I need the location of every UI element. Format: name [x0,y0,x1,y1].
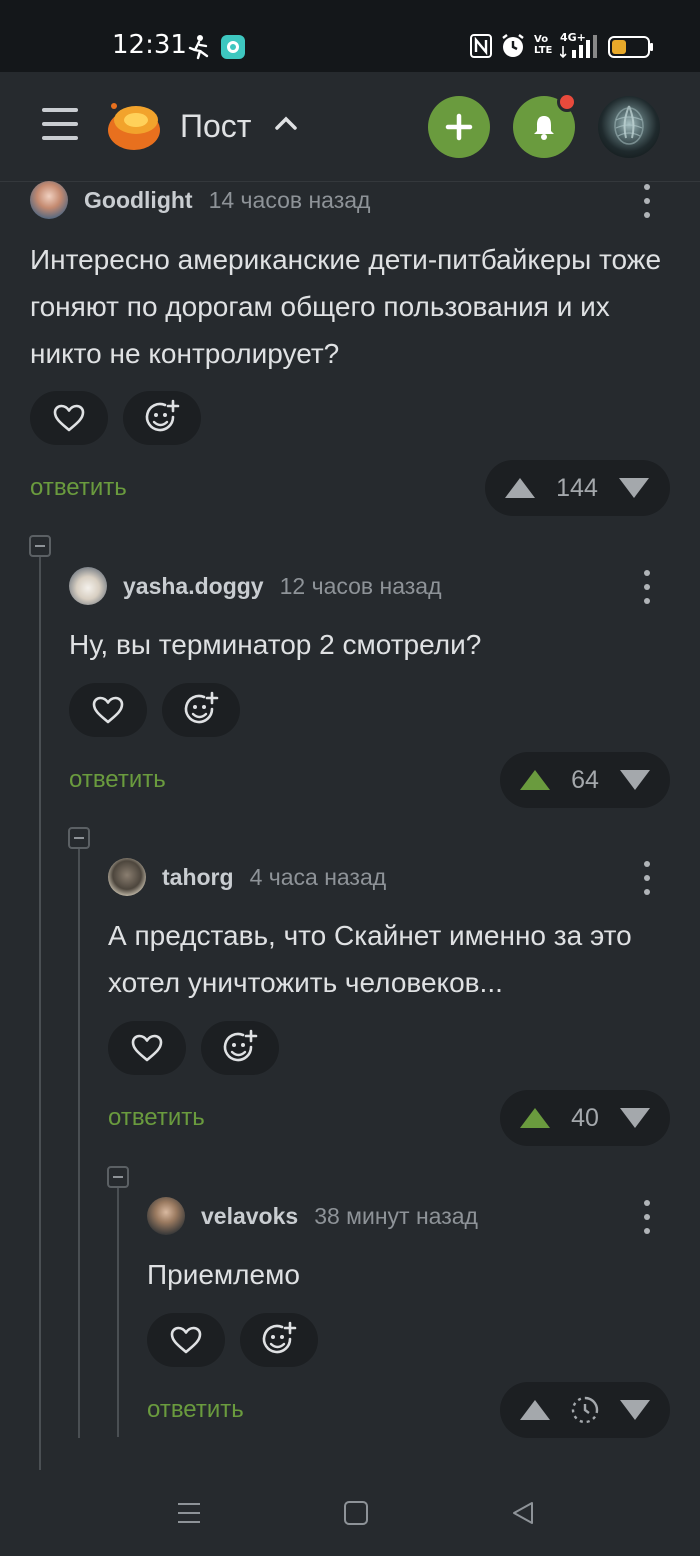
thread-line [117,1187,119,1437]
heart-icon [53,404,85,432]
vote-widget [500,1382,670,1438]
notifications-button[interactable] [513,92,577,158]
chevron-up-icon[interactable] [274,110,298,142]
home-icon[interactable] [343,1500,369,1526]
reaction-button[interactable] [240,1313,318,1367]
comment-author[interactable]: velavoks [201,1203,298,1230]
heart-icon [92,696,124,724]
status-bar: 12:31 Vo LTE 4G+ [0,0,700,72]
upvote-icon[interactable] [518,1106,552,1130]
add-emoji-icon [223,1029,258,1062]
upvote-icon[interactable] [503,476,537,500]
nfc-icon [470,34,492,62]
upvote-icon[interactable] [518,768,552,792]
downvote-icon[interactable] [618,1106,652,1130]
comment-score: 64 [571,765,599,794]
add-emoji-icon [184,691,219,724]
like-button[interactable] [147,1313,225,1367]
like-button[interactable] [69,683,147,737]
back-icon[interactable] [510,1500,536,1526]
vote-widget: 40 [500,1090,670,1146]
add-emoji-icon [262,1321,297,1354]
comment-author[interactable]: Goodlight [84,187,193,214]
comment-text: А представь, что Скайнет именно за это х… [108,920,632,998]
app-header: Пост [0,72,700,182]
comment-time: 14 часов назад [208,186,371,213]
page-title[interactable]: Пост [180,108,251,145]
comment-author[interactable]: tahorg [162,864,234,891]
comment-author[interactable]: yasha.doggy [123,573,264,600]
comment-score: 144 [556,473,598,502]
comment-time: 38 минут назад [314,1202,478,1229]
avatar[interactable] [30,181,68,219]
battery-icon [608,36,654,64]
downvote-icon[interactable] [618,768,652,792]
add-emoji-icon [145,399,180,432]
vote-widget: 144 [485,460,670,516]
reply-button[interactable]: ответить [69,766,166,794]
alarm-icon [500,33,526,61]
collapse-thread-button[interactable] [29,535,51,557]
user-avatar[interactable] [598,96,660,158]
comment-time: 4 часа назад [249,863,387,890]
upvote-icon[interactable] [518,1398,552,1422]
thread-line [39,556,41,1470]
comment-text: Ну, вы терминатор 2 смотрели? [69,629,482,660]
downvote-icon[interactable] [617,476,651,500]
system-navigation-bar [0,1470,700,1556]
collapse-thread-button[interactable] [107,1166,129,1188]
heart-icon [170,1326,202,1354]
avatar[interactable] [147,1197,185,1235]
volte-label: Vo LTE [534,34,553,56]
bell-icon [534,116,554,140]
reply-button[interactable]: ответить [108,1104,205,1132]
comment-score: 40 [571,1103,599,1132]
pending-clock-icon [552,1395,618,1425]
signal-icon: 4G+ [559,30,600,59]
reply-button[interactable]: ответить [30,474,127,502]
notification-badge [557,92,577,112]
more-options-icon[interactable] [644,570,650,604]
comment-text: Интересно американские дети-питбайкеры т… [30,244,662,369]
vote-widget: 64 [500,752,670,808]
svg-text:4G+: 4G+ [560,31,586,44]
downvote-icon[interactable] [618,1398,652,1422]
create-post-button[interactable] [428,96,490,158]
heart-icon [131,1034,163,1062]
more-options-icon[interactable] [644,184,650,218]
more-options-icon[interactable] [644,1200,650,1234]
avatar[interactable] [108,858,146,896]
avatar[interactable] [69,567,107,605]
plus-icon [445,113,473,141]
recent-apps-icon[interactable] [176,1500,202,1526]
status-time: 12:31 [112,30,187,60]
more-options-icon[interactable] [644,861,650,895]
reaction-button[interactable] [123,391,201,445]
running-person-icon [186,34,212,62]
comment: velavoks 38 минут назад Приемлемо ответи… [147,1196,680,1446]
pikabu-logo[interactable] [106,100,162,152]
like-button[interactable] [30,391,108,445]
reaction-button[interactable] [201,1021,279,1075]
comment: Goodlight 14 часов назад Интересно амери… [30,180,680,520]
comment-time: 12 часов назад [279,572,442,599]
comment-text: Приемлемо [147,1259,300,1290]
comment: yasha.doggy 12 часов назад Ну, вы термин… [69,566,680,816]
reaction-button[interactable] [162,683,240,737]
menu-icon[interactable] [42,108,78,142]
thread-line [78,848,80,1438]
comment: tahorg 4 часа назад А представь, что Ска… [108,857,680,1157]
like-button[interactable] [108,1021,186,1075]
reply-button[interactable]: ответить [147,1396,244,1424]
app-notification-icon [220,34,246,62]
collapse-thread-button[interactable] [68,827,90,849]
